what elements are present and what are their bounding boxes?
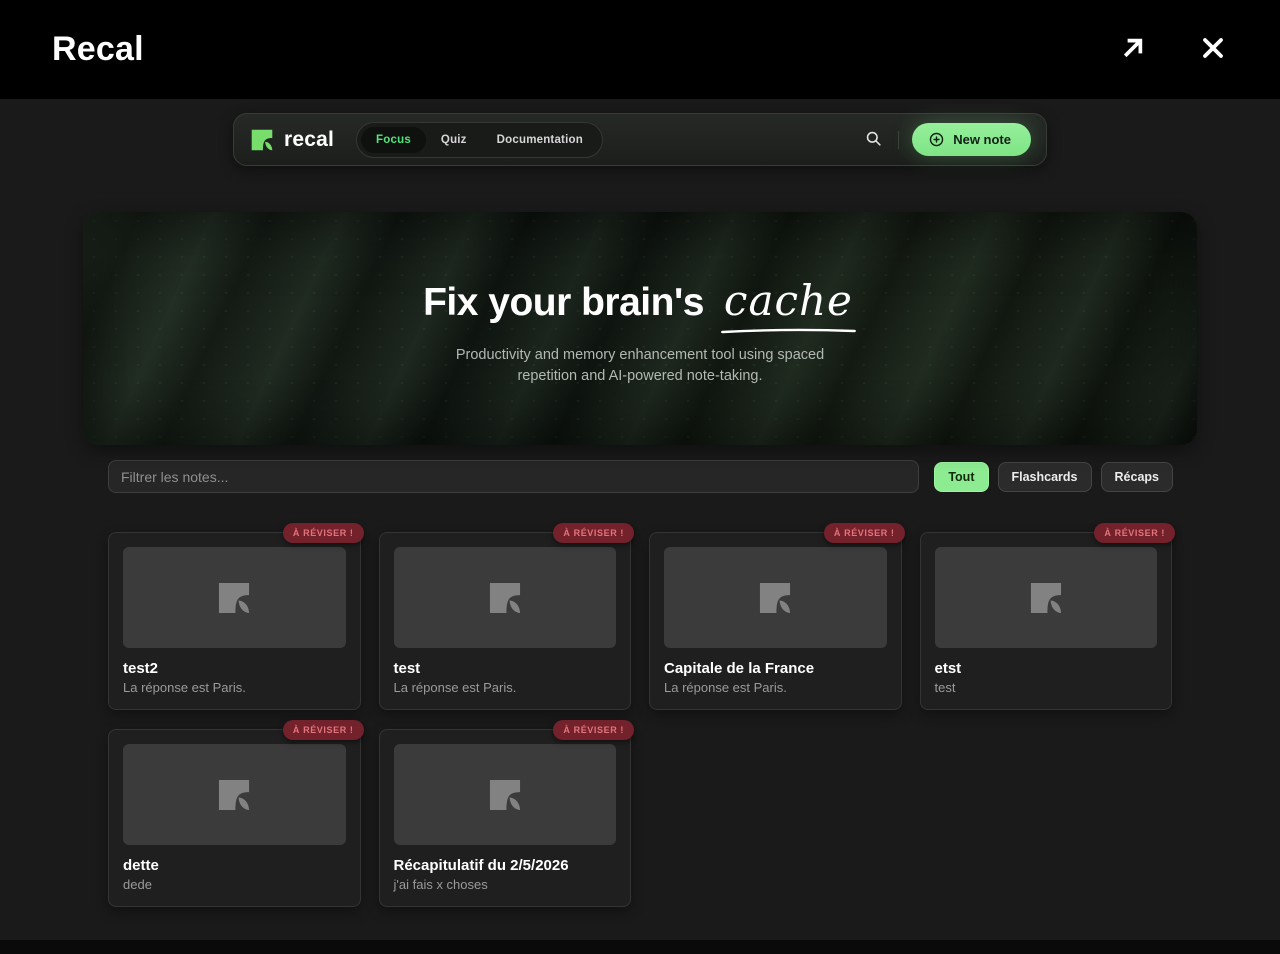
bottom-band <box>0 940 1280 954</box>
note-subtitle: La réponse est Paris. <box>123 680 346 695</box>
brand-name: recal <box>284 128 334 152</box>
hero-subtitle: Productivity and memory enhancement tool… <box>456 345 824 387</box>
note-card[interactable]: À RÉVISER ! test2 La réponse est Paris. <box>108 532 361 710</box>
window-titlebar: Recal <box>0 0 1280 99</box>
recal-window: Recal recal Focus <box>0 0 1280 954</box>
note-subtitle: dede <box>123 877 346 892</box>
tab-documentation[interactable]: Documentation <box>482 127 598 153</box>
note-thumbnail <box>123 744 346 845</box>
external-link-icon <box>1116 31 1150 68</box>
tab-focus[interactable]: Focus <box>361 127 426 153</box>
brand-home-link[interactable]: recal <box>249 127 334 153</box>
nav-tabs: Focus Quiz Documentation <box>356 122 603 158</box>
navbar-divider <box>898 131 899 149</box>
filter-recaps-button[interactable]: Récaps <box>1101 462 1173 492</box>
note-card[interactable]: À RÉVISER ! test La réponse est Paris. <box>379 532 632 710</box>
note-thumbnail <box>935 547 1158 648</box>
note-subtitle: La réponse est Paris. <box>394 680 617 695</box>
note-card[interactable]: À RÉVISER ! dette dede <box>108 729 361 907</box>
note-thumbnail <box>123 547 346 648</box>
filter-flashcards-button[interactable]: Flashcards <box>998 462 1092 492</box>
note-title: test <box>394 660 617 677</box>
to-review-badge: À RÉVISER ! <box>283 720 364 740</box>
to-review-badge: À RÉVISER ! <box>824 523 905 543</box>
hero-title-main: Fix your brain's <box>423 281 704 325</box>
navbar-right: New note <box>862 123 1031 156</box>
to-review-badge: À RÉVISER ! <box>283 523 364 543</box>
search-button[interactable] <box>862 127 885 153</box>
hero-title-accent: cache <box>720 276 857 325</box>
note-thumbnail <box>394 744 617 845</box>
note-card[interactable]: À RÉVISER ! Capitale de la France La rép… <box>649 532 902 710</box>
search-icon <box>864 129 883 151</box>
hero-banner: Fix your brain's cache Productivity and … <box>83 212 1197 445</box>
recal-logo-placeholder-icon <box>486 579 524 617</box>
note-thumbnail <box>394 547 617 648</box>
hand-drawn-underline <box>720 327 857 335</box>
to-review-badge: À RÉVISER ! <box>553 523 634 543</box>
recal-logo-placeholder-icon <box>486 776 524 814</box>
note-title: dette <box>123 857 346 874</box>
plus-circle-icon <box>928 131 945 148</box>
to-review-badge: À RÉVISER ! <box>553 720 634 740</box>
recal-logo-placeholder-icon <box>215 579 253 617</box>
recal-logo-placeholder-icon <box>215 776 253 814</box>
app-navbar: recal Focus Quiz Documentation N <box>233 113 1047 166</box>
recal-logo-placeholder-icon <box>1027 579 1065 617</box>
filter-row: Tout Flashcards Récaps <box>108 460 1173 493</box>
note-card[interactable]: À RÉVISER ! etst test <box>920 532 1173 710</box>
note-card[interactable]: À RÉVISER ! Récapitulatif du 2/5/2026 j'… <box>379 729 632 907</box>
recal-logo-icon <box>249 127 275 153</box>
note-title: etst <box>935 660 1158 677</box>
close-icon <box>1197 32 1229 67</box>
external-link-button[interactable] <box>1114 31 1152 69</box>
titlebar-actions <box>1114 31 1232 69</box>
new-note-label: New note <box>953 132 1011 147</box>
note-title: Capitale de la France <box>664 660 887 677</box>
hero-title: Fix your brain's cache <box>423 276 857 325</box>
note-subtitle: j'ai fais x choses <box>394 877 617 892</box>
filter-buttons: Tout Flashcards Récaps <box>934 462 1173 492</box>
note-title: test2 <box>123 660 346 677</box>
filter-tout-button[interactable]: Tout <box>934 462 988 492</box>
app-content: recal Focus Quiz Documentation N <box>0 99 1280 940</box>
new-note-button[interactable]: New note <box>912 123 1031 156</box>
note-thumbnail <box>664 547 887 648</box>
note-subtitle: La réponse est Paris. <box>664 680 887 695</box>
note-title: Récapitulatif du 2/5/2026 <box>394 857 617 874</box>
window-title: Recal <box>52 30 144 69</box>
note-subtitle: test <box>935 680 1158 695</box>
to-review-badge: À RÉVISER ! <box>1094 523 1175 543</box>
notes-grid: À RÉVISER ! test2 La réponse est Paris. … <box>108 532 1172 907</box>
filter-notes-input[interactable] <box>108 460 919 493</box>
close-button[interactable] <box>1194 31 1232 69</box>
tab-quiz[interactable]: Quiz <box>426 127 482 153</box>
recal-logo-placeholder-icon <box>756 579 794 617</box>
